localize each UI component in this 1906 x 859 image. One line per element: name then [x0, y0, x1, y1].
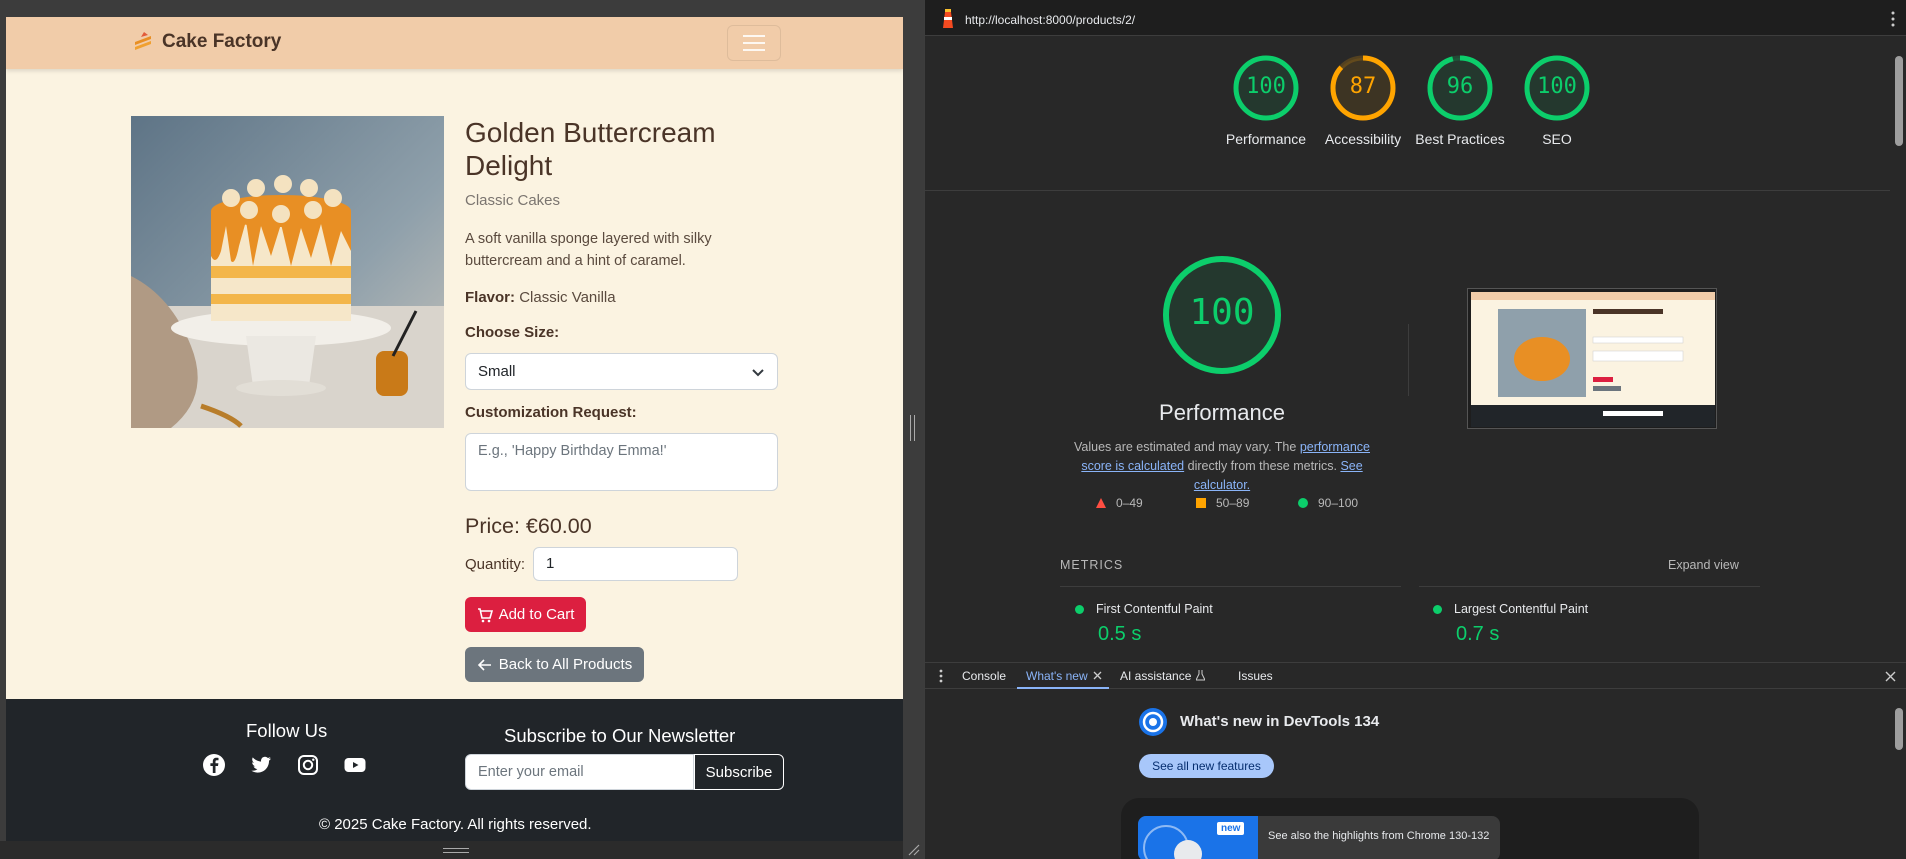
product-description: A soft vanilla sponge layered with silky…	[465, 231, 712, 269]
navbar: Cake Factory	[6, 17, 903, 69]
product-title: Golden Buttercream Delight	[465, 117, 716, 181]
metric-divider	[1419, 586, 1760, 587]
close-drawer-icon[interactable]	[1885, 671, 1896, 682]
flavor-value: Classic Vanilla	[519, 289, 616, 306]
arrow-left-icon	[477, 658, 491, 671]
tab-issues[interactable]: Issues	[1238, 669, 1273, 683]
size-label: Choose Size:	[465, 324, 560, 341]
metric-fcp-name: First Contentful Paint	[1075, 602, 1213, 616]
add-to-cart-button[interactable]: Add to Cart	[465, 597, 586, 632]
metric-lcp-value: 0.7 s	[1456, 623, 1500, 645]
lighthouse-icon	[943, 9, 953, 28]
highlights-item[interactable]: new See also the highlights from Chrome …	[1138, 816, 1500, 859]
see-all-features-button[interactable]: See all new features	[1139, 754, 1274, 778]
score-gauge-seo[interactable]: 100 SEO	[1523, 54, 1591, 147]
size-select-value: Small	[478, 363, 516, 380]
report-scroll-thumb[interactable]	[1895, 56, 1903, 146]
chevron-down-icon	[752, 369, 764, 377]
triangle-icon	[1096, 498, 1106, 508]
tab-ai-assistance[interactable]: AI assistance	[1120, 669, 1191, 683]
product-flavor: Flavor: Classic Vanilla	[465, 289, 616, 306]
legend-pass: 90–100	[1298, 496, 1358, 510]
facebook-icon[interactable]	[202, 753, 226, 777]
flask-icon	[1196, 670, 1205, 681]
youtube-icon[interactable]	[343, 753, 367, 777]
score-gauge-accessibility[interactable]: 87 Accessibility	[1325, 54, 1401, 147]
close-tab-icon[interactable]	[1093, 671, 1102, 680]
whats-new-title: What's new in DevTools 134	[1180, 713, 1380, 730]
circle-icon	[1298, 498, 1308, 508]
metric-divider	[1060, 586, 1401, 587]
score-value: 100	[1246, 74, 1286, 99]
devtools-logo-icon	[1139, 708, 1167, 736]
brand-link[interactable]: Cake Factory	[132, 31, 281, 53]
quantity-input[interactable]: 1	[533, 547, 738, 581]
score-label: SEO	[1542, 131, 1572, 147]
resize-corner-icon[interactable]	[906, 842, 920, 856]
cart-icon	[477, 607, 493, 622]
score-label: Best Practices	[1415, 131, 1505, 147]
customization-textarea[interactable]: E.g., 'Happy Birthday Emma!'	[465, 433, 778, 491]
more-menu-icon[interactable]	[1891, 11, 1895, 27]
size-select[interactable]: Small	[465, 353, 778, 390]
back-label: Back to All Products	[498, 656, 633, 673]
page-screenshot-thumbnail[interactable]	[1467, 288, 1717, 429]
newsletter-title: Subscribe to Our Newsletter	[504, 725, 736, 746]
quantity-label: Quantity:	[465, 556, 526, 573]
product-category: Classic Cakes	[465, 192, 561, 209]
panel-resize-handle[interactable]	[910, 415, 915, 441]
score-label: Performance	[1225, 131, 1307, 147]
brand-name: Cake Factory	[162, 31, 282, 52]
metric-fcp-value: 0.5 s	[1098, 623, 1142, 645]
social-links	[202, 753, 367, 777]
page-viewport: Cake Factory Golden Buttercream Delight …	[6, 17, 903, 841]
section-divider	[925, 190, 1890, 191]
footer: Follow Us Subscribe to Our Newsletter En…	[6, 699, 903, 841]
flavor-label: Flavor:	[465, 289, 516, 306]
score-value: 96	[1446, 74, 1474, 99]
follow-title: Follow Us	[246, 720, 328, 741]
product-price: Price: €60.00	[465, 514, 592, 538]
square-icon	[1196, 498, 1206, 508]
subscribe-button[interactable]: Subscribe	[694, 754, 784, 790]
product-image	[131, 116, 444, 428]
add-to-cart-label: Add to Cart	[498, 606, 575, 623]
highlights-text: See also the highlights from Chrome 130-…	[1268, 830, 1490, 842]
drawer-scroll-thumb[interactable]	[1895, 708, 1903, 750]
score-value: 100	[1537, 74, 1577, 99]
score-label: Accessibility	[1324, 131, 1402, 147]
lighthouse-url-bar: http://localhost:8000/products/2/	[925, 0, 1906, 36]
legend-average: 50–89	[1196, 496, 1249, 510]
drawer-menu-icon[interactable]	[939, 669, 943, 683]
back-to-products-button[interactable]: Back to All Products	[465, 647, 644, 682]
report-url: http://localhost:8000/products/2/	[965, 13, 1136, 27]
viewport-resize-handle[interactable]	[443, 848, 469, 853]
performance-score: 100	[1189, 292, 1255, 333]
performance-title: Performance	[1159, 400, 1285, 425]
twitter-icon[interactable]	[249, 753, 273, 777]
new-badge: new	[1217, 822, 1245, 835]
nav-toggle-button[interactable]	[727, 25, 781, 61]
metrics-header: METRICS	[1060, 558, 1124, 572]
cake-icon	[135, 32, 151, 50]
whats-new-panel: What's new in DevTools 134 See all new f…	[925, 690, 1906, 859]
drawer-tab-bar: Console What's new AI assistance Issues	[925, 662, 1906, 689]
score-gauge-performance[interactable]: 100 Performance	[1226, 54, 1306, 147]
score-value: 87	[1349, 74, 1377, 99]
devtools-panel: http://localhost:8000/products/2/ 100 Per…	[924, 0, 1906, 859]
copyright-text: © 2025 Cake Factory. All rights reserved…	[319, 816, 592, 833]
vertical-separator	[1408, 324, 1409, 396]
tab-whats-new[interactable]: What's new	[1026, 669, 1088, 683]
expand-view-toggle[interactable]: Expand view	[1668, 558, 1739, 572]
legend-fail: 0–49	[1096, 496, 1143, 510]
score-gauge-best-practices[interactable]: 96 Best Practices	[1415, 54, 1505, 147]
metric-lcp-name: Largest Contentful Paint	[1433, 602, 1588, 616]
performance-note: Values are estimated and may vary. The p…	[1074, 440, 1370, 492]
newsletter-email-input[interactable]: Enter your email	[465, 754, 694, 790]
instagram-icon[interactable]	[296, 753, 320, 777]
tab-console[interactable]: Console	[962, 669, 1006, 683]
customization-label: Customization Request:	[465, 404, 637, 421]
